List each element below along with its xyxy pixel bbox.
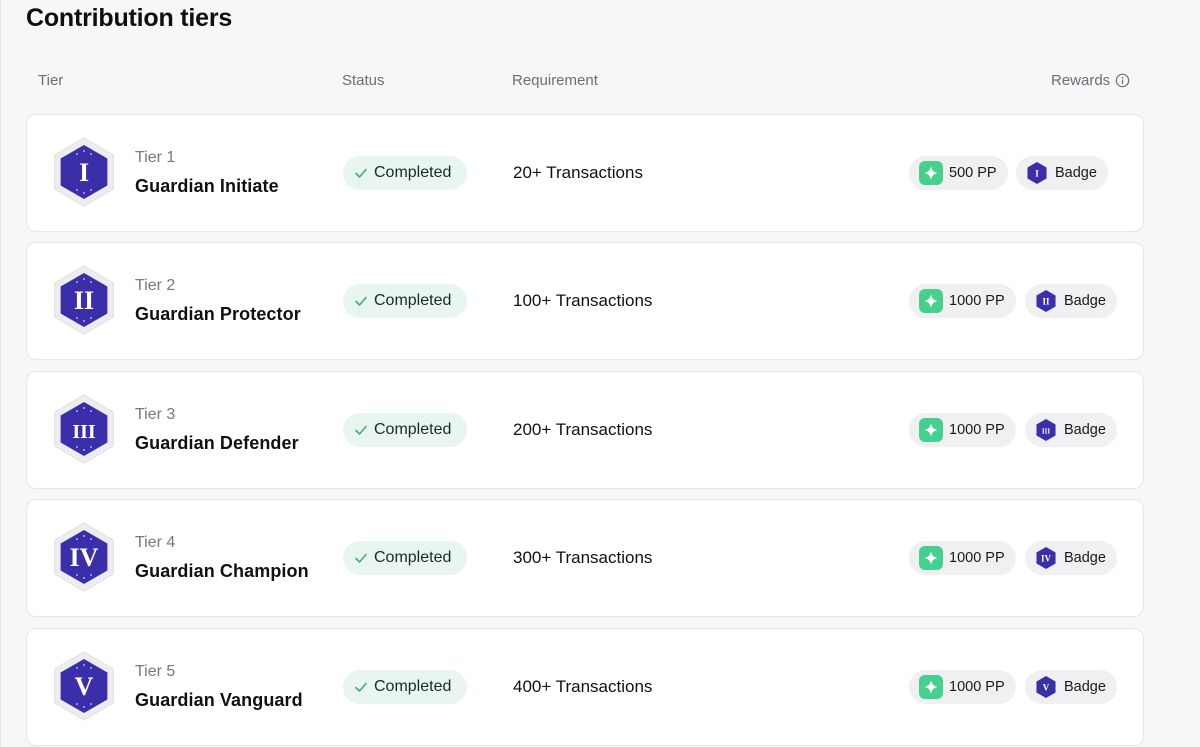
sparkle-icon bbox=[919, 546, 943, 570]
badge-reward-pill: IV Badge bbox=[1025, 541, 1117, 575]
badge-reward-label: Badge bbox=[1064, 679, 1106, 695]
tier-hexagon-icon: IV bbox=[54, 522, 114, 592]
pp-reward-pill: 1000 PP bbox=[909, 413, 1016, 447]
tier-number: Tier 1 bbox=[135, 149, 176, 166]
sparkle-icon bbox=[919, 675, 943, 699]
status-badge: Completed bbox=[343, 156, 467, 190]
status-badge: Completed bbox=[343, 670, 467, 704]
tier-numeral: III bbox=[72, 421, 96, 443]
badge-hexagon-icon: IV bbox=[1036, 547, 1056, 569]
badge-hexagon-icon: III bbox=[1036, 419, 1056, 441]
page-left-border bbox=[0, 0, 1, 747]
pp-reward-label: 1000 PP bbox=[949, 679, 1005, 695]
tier-number: Tier 3 bbox=[135, 406, 176, 423]
badge-reward-pill: III Badge bbox=[1025, 413, 1117, 447]
checkmark-icon bbox=[355, 682, 367, 692]
tier-name: Guardian Protector bbox=[135, 304, 301, 324]
checkmark-icon bbox=[355, 296, 367, 306]
checkmark-icon bbox=[355, 425, 367, 435]
badge-reward-label: Badge bbox=[1064, 293, 1106, 309]
status-label: Completed bbox=[374, 292, 452, 309]
badge-numeral: III bbox=[1042, 428, 1050, 436]
sparkle-icon bbox=[919, 289, 943, 313]
badge-hexagon-icon: I bbox=[1027, 162, 1047, 184]
tier-name: Guardian Defender bbox=[135, 433, 299, 453]
requirement-text: 400+ Transactions bbox=[513, 677, 653, 696]
tier-hexagon-icon: V bbox=[54, 651, 114, 721]
rewards-header-label: Rewards bbox=[1051, 72, 1111, 89]
pp-reward-pill: 1000 PP bbox=[909, 284, 1016, 318]
requirement-text: 100+ Transactions bbox=[513, 291, 653, 310]
tier-name: Guardian Vanguard bbox=[135, 690, 303, 710]
badge-numeral: V bbox=[1043, 683, 1050, 693]
status-label: Completed bbox=[374, 164, 452, 181]
status-label: Completed bbox=[374, 421, 452, 438]
badge-numeral: II bbox=[1042, 297, 1050, 307]
tier-row: IV Tier 4 Guardian Champion Completed 30… bbox=[26, 499, 1144, 617]
badge-numeral: IV bbox=[1041, 554, 1052, 564]
status-label: Completed bbox=[374, 549, 452, 566]
tier-number: Tier 4 bbox=[135, 534, 176, 551]
page-title: Contribution tiers bbox=[26, 4, 233, 32]
badge-reward-label: Badge bbox=[1064, 550, 1106, 566]
badge-hexagon-icon: II bbox=[1036, 290, 1056, 312]
status-badge: Completed bbox=[343, 541, 467, 575]
tier-row: I Tier 1 Guardian Initiate Completed 20+… bbox=[26, 114, 1144, 232]
pp-reward-label: 500 PP bbox=[949, 165, 997, 181]
pp-reward-pill: 500 PP bbox=[909, 156, 1008, 190]
requirement-text: 20+ Transactions bbox=[513, 163, 643, 182]
tier-row: V Tier 5 Guardian Vanguard Completed 400… bbox=[26, 628, 1144, 746]
column-header-rewards: Rewards bbox=[1051, 72, 1130, 89]
status-badge: Completed bbox=[343, 413, 467, 447]
status-label: Completed bbox=[374, 678, 452, 695]
tier-name: Guardian Initiate bbox=[135, 176, 279, 196]
badge-hexagon-icon: V bbox=[1036, 676, 1056, 698]
pp-reward-pill: 1000 PP bbox=[909, 541, 1016, 575]
pp-reward-label: 1000 PP bbox=[949, 422, 1005, 438]
tier-numeral: II bbox=[74, 286, 94, 315]
tier-name: Guardian Champion bbox=[135, 561, 309, 581]
checkmark-icon bbox=[355, 553, 367, 563]
tier-row: II Tier 2 Guardian Protector Completed 1… bbox=[26, 242, 1144, 360]
status-badge: Completed bbox=[343, 284, 467, 318]
pp-reward-label: 1000 PP bbox=[949, 293, 1005, 309]
tier-number: Tier 5 bbox=[135, 663, 176, 680]
tier-hexagon-icon: II bbox=[54, 265, 114, 335]
tier-number: Tier 2 bbox=[135, 277, 176, 294]
badge-reward-label: Badge bbox=[1055, 165, 1097, 181]
pp-reward-pill: 1000 PP bbox=[909, 670, 1016, 704]
badge-reward-label: Badge bbox=[1064, 422, 1106, 438]
tier-hexagon-icon: I bbox=[54, 137, 114, 207]
sparkle-icon bbox=[919, 418, 943, 442]
column-header-status: Status bbox=[342, 72, 385, 89]
info-icon[interactable] bbox=[1115, 73, 1130, 88]
tier-hexagon-icon: III bbox=[54, 394, 114, 464]
sparkle-icon bbox=[919, 161, 943, 185]
requirement-text: 200+ Transactions bbox=[513, 420, 653, 439]
requirement-text: 300+ Transactions bbox=[513, 548, 653, 567]
tier-numeral: I bbox=[79, 158, 89, 187]
badge-reward-pill: I Badge bbox=[1016, 156, 1108, 190]
column-header-requirement: Requirement bbox=[512, 72, 598, 89]
badge-numeral: I bbox=[1035, 169, 1039, 179]
tier-numeral: IV bbox=[70, 543, 99, 572]
tier-numeral: V bbox=[75, 672, 94, 701]
pp-reward-label: 1000 PP bbox=[949, 550, 1005, 566]
badge-reward-pill: II Badge bbox=[1025, 284, 1117, 318]
badge-reward-pill: V Badge bbox=[1025, 670, 1117, 704]
tier-row: III Tier 3 Guardian Defender Completed 2… bbox=[26, 371, 1144, 489]
column-header-tier: Tier bbox=[38, 72, 64, 89]
checkmark-icon bbox=[355, 168, 367, 178]
